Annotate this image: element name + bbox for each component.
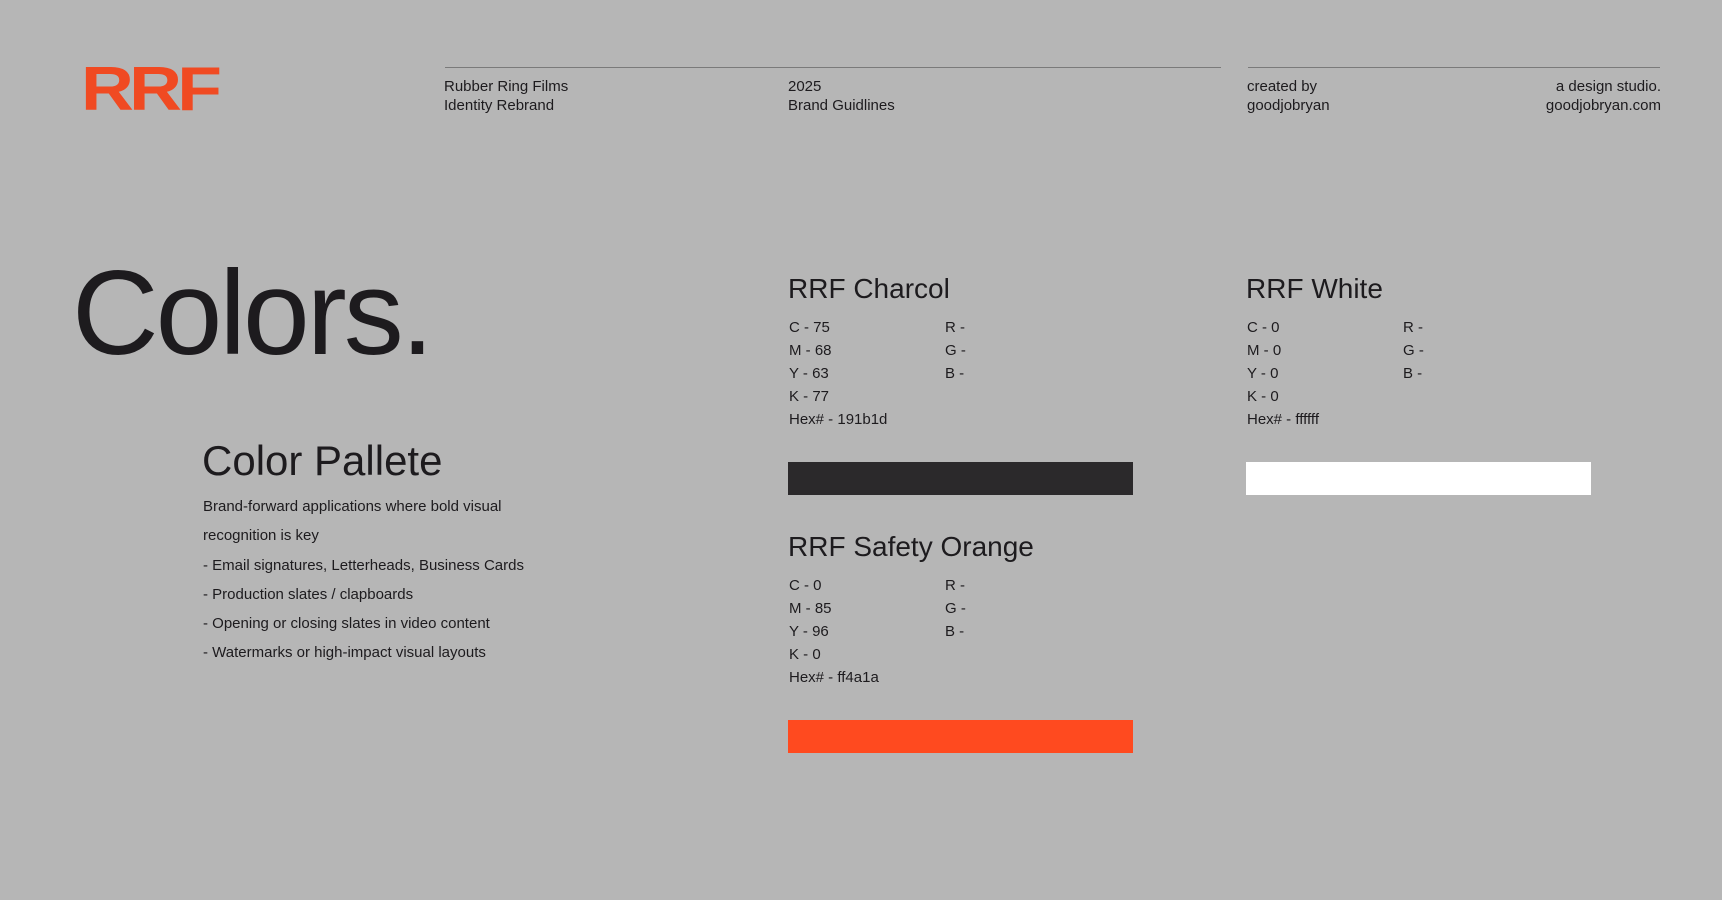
swatch-safety-orange: RRF Safety Orange C - 0 M - 85 Y - 96 K …	[788, 530, 1133, 689]
red-value: R -	[945, 319, 965, 336]
palette-usage-item: - Opening or closing slates in video con…	[203, 615, 490, 633]
credit-info: created by goodjobryan	[1247, 77, 1330, 115]
rgb-values: R - G - B -	[1403, 316, 1424, 385]
green-value: G -	[945, 600, 966, 617]
swatch-name: RRF Safety Orange	[788, 531, 1034, 562]
document-type: Brand Guidlines	[788, 97, 895, 114]
swatch-white: RRF White C - 0 M - 0 Y - 0 K - 0 Hex# -…	[1246, 272, 1591, 431]
green-value: G -	[1403, 342, 1424, 359]
swatch-specs: C - 75 M - 68 Y - 63 K - 77 Hex# - 191b1…	[788, 316, 1133, 431]
hex-value: Hex# - 191b1d	[789, 411, 888, 428]
header-rule-right	[1248, 67, 1660, 68]
page-title: Colors.	[72, 246, 434, 380]
blue-value: B -	[1403, 365, 1423, 382]
year-info: 2025 Brand Guidlines	[788, 77, 895, 115]
cmyk-values: C - 0 M - 0 Y - 0 K - 0 Hex# - ffffff	[1247, 316, 1319, 431]
rgb-values: R - G - B -	[945, 316, 966, 385]
palette-usage-item: - Email signatures, Letterheads, Busines…	[203, 556, 524, 574]
blue-value: B -	[945, 365, 965, 382]
yellow-value: Y - 63	[789, 365, 829, 382]
swatch-name: RRF Charcol	[788, 273, 950, 304]
client-info: Rubber Ring Films Identity Rebrand	[444, 77, 568, 115]
magenta-value: M - 68	[789, 342, 832, 359]
magenta-value: M - 0	[1247, 342, 1282, 359]
swatch-name: RRF White	[1246, 273, 1383, 304]
black-value: K - 0	[789, 646, 821, 663]
hex-value: Hex# - ff4a1a	[789, 669, 879, 686]
rgb-values: R - G - B -	[945, 574, 966, 643]
project-name: Identity Rebrand	[444, 97, 555, 114]
magenta-value: M - 85	[789, 600, 832, 617]
swatch-specs: C - 0 M - 85 Y - 96 K - 0 Hex# - ff4a1a …	[788, 574, 1133, 689]
green-value: G -	[945, 342, 966, 359]
black-value: K - 0	[1247, 388, 1279, 405]
cmyk-values: C - 0 M - 85 Y - 96 K - 0 Hex# - ff4a1a	[789, 574, 879, 689]
palette-desc-line: Brand-forward applications where bold vi…	[203, 498, 502, 515]
credit-name: goodjobryan	[1247, 97, 1330, 114]
header-rule-left	[445, 67, 1221, 68]
credit-label: created by	[1247, 78, 1318, 95]
blue-value: B -	[945, 623, 965, 640]
swatch-bar-white	[1246, 462, 1591, 495]
palette-usage-item: - Production slates / clapboards	[203, 585, 414, 603]
palette-description: Brand-forward applications where bold vi…	[203, 492, 543, 668]
red-value: R -	[945, 577, 965, 594]
palette-usage-item: - Watermarks or high-impact visual layou…	[203, 644, 486, 662]
cyan-value: C - 75	[789, 319, 830, 336]
red-value: R -	[1403, 319, 1423, 336]
swatch-charcol: RRF Charcol C - 75 M - 68 Y - 63 K - 77 …	[788, 272, 1133, 431]
swatch-bar-safety-orange	[788, 720, 1133, 753]
palette-desc-line: recognition is key	[203, 527, 319, 545]
hex-value: Hex# - ffffff	[1247, 411, 1319, 428]
client-name: Rubber Ring Films	[444, 78, 569, 95]
cyan-value: C - 0	[789, 577, 822, 594]
swatch-specs: C - 0 M - 0 Y - 0 K - 0 Hex# - ffffff R …	[1246, 316, 1591, 431]
yellow-value: Y - 96	[789, 623, 829, 640]
palette-heading: Color Pallete	[202, 437, 443, 484]
cyan-value: C - 0	[1247, 319, 1280, 336]
year: 2025	[788, 78, 822, 95]
yellow-value: Y - 0	[1247, 365, 1279, 382]
studio-url: goodjobryan.com	[1545, 97, 1661, 114]
studio-info: a design studio. goodjobryan.com	[1546, 77, 1661, 115]
swatch-bar-charcol	[788, 462, 1133, 495]
rrf-logo: RRF	[81, 55, 222, 124]
black-value: K - 77	[789, 388, 830, 405]
studio-tagline: a design studio.	[1555, 78, 1661, 95]
cmyk-values: C - 75 M - 68 Y - 63 K - 77 Hex# - 191b1…	[789, 316, 887, 431]
